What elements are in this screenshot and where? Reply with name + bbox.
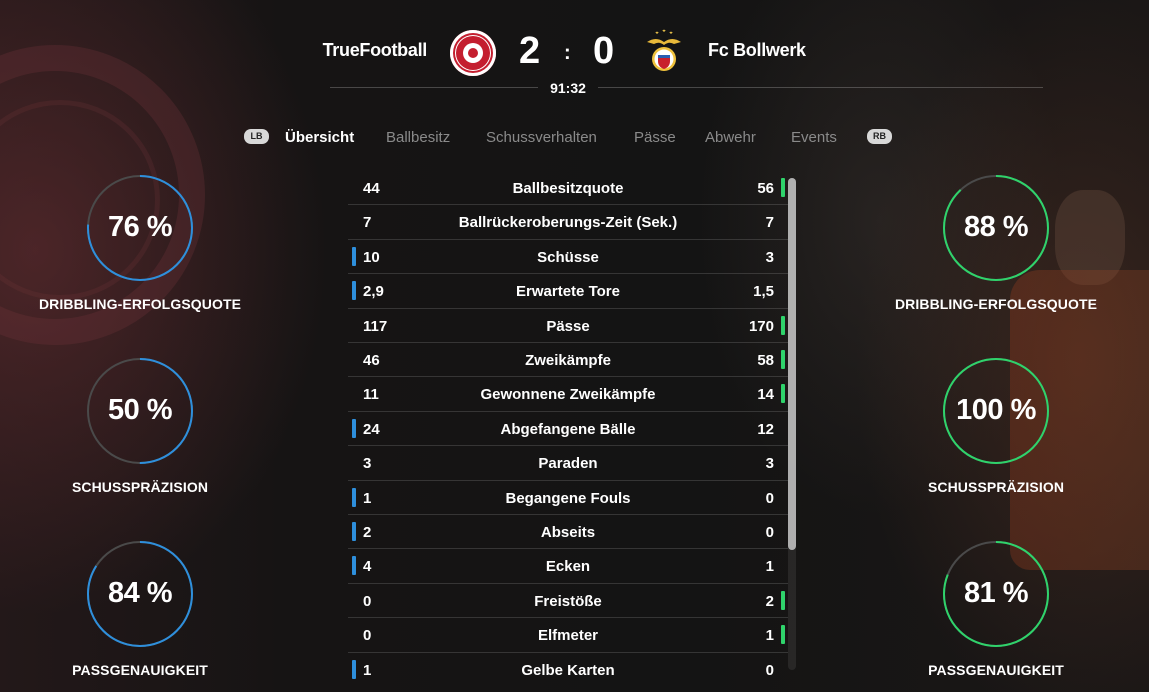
stat-home-value: 46 <box>363 352 380 369</box>
stat-away-value: 12 <box>757 420 774 438</box>
tab-ballbesitz[interactable]: Ballbesitz <box>386 129 450 146</box>
away-ring-dribbling: 88 % DRIBBLING-ERFOLGSQUOTE <box>876 174 1116 312</box>
match-clock: 91:32 <box>550 80 586 96</box>
stat-home-value: 24 <box>363 420 380 438</box>
stat-home-value: 3 <box>363 455 372 473</box>
stat-home-value: 44 <box>363 180 380 197</box>
home-dribbling-value: 76 % <box>107 211 173 243</box>
stat-row: Erwartete Tore 2,9 1,5 <box>348 274 788 309</box>
home-team-name: TrueFootball <box>322 40 428 60</box>
stat-name: Gelbe Karten <box>521 661 615 679</box>
stat-away-value: 58 <box>757 352 774 369</box>
stat-name: Abseits <box>540 524 596 541</box>
stat-home-value: 1 <box>363 489 372 507</box>
stat-name: Ballbesitzquote <box>512 180 624 197</box>
tab-abwehr[interactable]: Abwehr <box>705 129 756 146</box>
away-team-crest-icon <box>647 29 681 71</box>
home-shot-accuracy-label: SCHUSSPRÄZISION <box>71 479 209 495</box>
stat-name: Paraden <box>538 455 598 473</box>
stat-name: Abgefangene Bälle <box>500 420 636 438</box>
stat-away-value: 2 <box>765 592 774 610</box>
stat-row: Zweikämpfe 46 58 <box>348 343 788 378</box>
stat-home-value: 2,9 <box>363 283 384 301</box>
scoreboard-header: TrueFootball 2 : 0 Fc Bollwerk 91:32 <box>0 0 1149 120</box>
tab-schussverhalten[interactable]: Schussverhalten <box>486 129 597 146</box>
stat-row: Freistöße 0 2 <box>348 584 788 619</box>
stat-row: Elfmeter 0 1 <box>348 618 788 653</box>
stat-away-value: 1 <box>765 558 774 576</box>
stat-away-value: 56 <box>757 180 774 197</box>
away-shot-accuracy-value: 100 % <box>956 394 1036 426</box>
stat-home-value: 0 <box>363 627 372 645</box>
stat-row: Begangene Fouls 1 0 <box>348 481 788 515</box>
stat-row: Abseits 2 0 <box>348 515 788 550</box>
stat-name: Ecken <box>545 558 591 576</box>
away-pass-accuracy-label: PASSGENAUIGKEIT <box>928 662 1064 678</box>
tab-events[interactable]: Events <box>791 129 837 146</box>
stat-home-value: 4 <box>363 558 372 576</box>
home-pass-accuracy-label: PASSGENAUIGKEIT <box>72 662 208 678</box>
stats-table[interactable]: Ballbesitzquote 44 56 Ballrückeroberungs-Ze… <box>348 171 788 683</box>
stat-row: Ballrückeroberungs-Zeit (Sek.) 7 7 <box>348 205 788 240</box>
stat-away-value: 0 <box>765 661 774 679</box>
away-score: 0 <box>593 30 615 72</box>
stat-row: Paraden 3 3 <box>348 446 788 481</box>
stat-name: Ballrückeroberungs-Zeit (Sek.) <box>458 214 678 232</box>
stat-row: Ecken 4 1 <box>348 549 788 584</box>
stat-away-value: 3 <box>765 248 774 266</box>
home-shot-accuracy-value: 50 % <box>107 394 173 426</box>
stat-away-value: 3 <box>765 455 774 473</box>
stat-home-value: 11 <box>363 386 379 404</box>
stat-row: Ballbesitzquote 44 56 <box>348 171 788 206</box>
stat-away-value: 170 <box>748 317 774 335</box>
home-team-crest-icon <box>450 30 496 76</box>
stat-away-value: 0 <box>765 489 774 507</box>
stat-row: Gewonnene Zweikämpfe 11 14 <box>348 377 788 412</box>
lb-bumper-icon[interactable]: LB <box>244 129 269 144</box>
stat-row: Abgefangene Bälle 24 12 <box>348 412 788 447</box>
stat-row: Pässe 117 170 <box>348 309 788 343</box>
home-ring-dribbling: 76 % DRIBBLING-ERFOLGSQUOTE <box>20 174 260 312</box>
home-ring-pass-accuracy: 84 % PASSGENAUIGKEIT <box>20 540 260 678</box>
home-score: 2 <box>519 30 541 72</box>
stats-scrollbar-thumb[interactable] <box>788 178 796 550</box>
stat-away-value: 1 <box>765 627 774 645</box>
home-dribbling-label: DRIBBLING-ERFOLGSQUOTE <box>38 296 242 312</box>
away-pass-accuracy-value: 81 % <box>963 577 1029 609</box>
stat-away-value: 7 <box>765 214 774 232</box>
stat-away-value: 1,5 <box>753 283 774 301</box>
rb-bumper-icon[interactable]: RB <box>867 129 892 144</box>
home-ring-shot-accuracy: 50 % SCHUSSPRÄZISION <box>20 357 260 495</box>
stat-name: Zweikämpfe <box>525 352 611 369</box>
away-dribbling-value: 88 % <box>963 211 1029 243</box>
score-separator: : <box>564 42 571 64</box>
stat-name: Schüsse <box>537 248 599 266</box>
stat-name: Pässe <box>546 317 590 335</box>
stat-home-value: 0 <box>363 592 372 610</box>
tab-paesse[interactable]: Pässe <box>634 129 676 146</box>
stat-away-value: 14 <box>757 386 774 404</box>
stat-home-value: 2 <box>363 524 372 541</box>
away-dribbling-label: DRIBBLING-ERFOLGSQUOTE <box>894 296 1098 312</box>
stat-name: Erwartete Tore <box>516 283 620 301</box>
stat-home-value: 1 <box>363 661 372 679</box>
stat-home-value: 7 <box>363 214 372 232</box>
stat-row: Gelbe Karten 1 0 <box>348 653 788 683</box>
tab-uebersicht[interactable]: Übersicht <box>285 129 354 146</box>
stat-row: Schüsse 10 3 <box>348 240 788 275</box>
stat-name: Begangene Fouls <box>505 489 631 507</box>
stat-home-value: 117 <box>363 317 388 335</box>
stat-home-value: 10 <box>363 248 380 266</box>
away-ring-pass-accuracy: 81 % PASSGENAUIGKEIT <box>876 540 1116 678</box>
stat-name: Gewonnene Zweikämpfe <box>480 386 656 404</box>
away-shot-accuracy-label: SCHUSSPRÄZISION <box>927 479 1065 495</box>
away-team-name: Fc Bollwerk <box>708 40 806 60</box>
stat-name: Elfmeter <box>537 627 599 645</box>
stat-away-value: 0 <box>765 524 774 541</box>
stat-name: Freistöße <box>534 592 602 610</box>
home-pass-accuracy-value: 84 % <box>107 577 173 609</box>
away-ring-shot-accuracy: 100 % SCHUSSPRÄZISION <box>876 357 1116 495</box>
